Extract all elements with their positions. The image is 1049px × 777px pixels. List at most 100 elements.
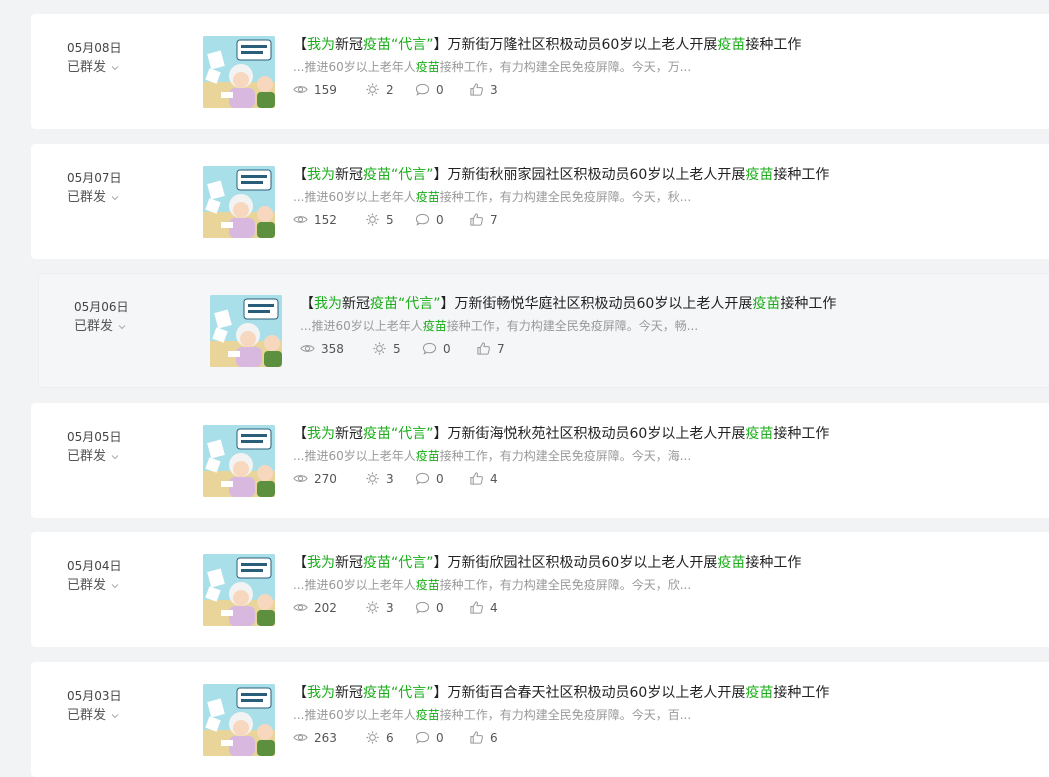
status-dropdown[interactable]: 已群发 bbox=[67, 188, 122, 208]
eye-icon bbox=[293, 86, 308, 93]
gear-share-icon bbox=[366, 731, 379, 744]
comments-count: 0 bbox=[436, 471, 444, 486]
title-vaccine: 疫苗 bbox=[717, 37, 746, 53]
likes-stat: 3 bbox=[469, 82, 498, 97]
excerpt-post: 接种工作，有力构建全民免疫屏障。今天，海... bbox=[439, 449, 692, 463]
gear-share-icon bbox=[373, 342, 386, 355]
title-wo-wei: 我为 bbox=[307, 426, 335, 442]
title-xinguan: 新冠 bbox=[335, 685, 363, 701]
status-label: 已群发 bbox=[67, 60, 107, 75]
status-label: 已群发 bbox=[67, 708, 107, 723]
gear-share-icon bbox=[366, 472, 379, 485]
title-community: 万新街万隆 bbox=[447, 37, 518, 53]
date-column: 05月06日 已群发 bbox=[74, 297, 129, 337]
likes-stat: 4 bbox=[469, 600, 498, 615]
views-stat: 202 bbox=[293, 600, 365, 615]
shares-count: 2 bbox=[386, 82, 394, 97]
article-card[interactable]: 05月06日 已群发 【我为新冠疫苗“代言”】万新街畅悦华庭社区积极动员60岁以… bbox=[38, 273, 1049, 388]
status-label: 已群发 bbox=[67, 578, 107, 593]
cartoon-illustration bbox=[203, 554, 275, 626]
article-excerpt: ...推进60岁以上老年人疫苗接种工作，有力构建全民免疫屏障。今天，万... bbox=[293, 58, 691, 76]
status-label: 已群发 bbox=[74, 319, 114, 334]
title-end: 接种工作 bbox=[780, 296, 837, 312]
publish-date: 05月08日 bbox=[67, 41, 122, 55]
shares-stat: 2 bbox=[365, 82, 415, 97]
status-dropdown[interactable]: 已群发 bbox=[67, 447, 122, 467]
title-yimiao: 疫苗 bbox=[363, 555, 391, 571]
title-yimiao: 疫苗 bbox=[363, 685, 391, 701]
thumbs-up-icon bbox=[470, 731, 483, 744]
excerpt-post: 接种工作，有力构建全民免疫屏障。今天，万... bbox=[439, 60, 692, 74]
article-thumbnail[interactable] bbox=[203, 554, 275, 626]
article-stats: 159 2 0 3 bbox=[293, 82, 498, 97]
article-card[interactable]: 05月07日 已群发 【我为新冠疫苗“代言”】万新街秋丽家园社区积极动员60岁以… bbox=[31, 144, 1049, 259]
article-card[interactable]: 05月08日 已群发 【我为新冠疫苗“代言”】万新街万隆社区积极动员60岁以上老… bbox=[31, 14, 1049, 129]
gear-share-icon bbox=[366, 83, 379, 96]
article-stats: 358 5 0 7 bbox=[300, 341, 505, 356]
views-stat: 358 bbox=[300, 341, 372, 356]
excerpt-highlight: 疫苗 bbox=[415, 449, 440, 463]
excerpt-pre: ...推进60岁以上老年人 bbox=[300, 319, 423, 333]
chevron-down-icon bbox=[111, 196, 119, 201]
article-title[interactable]: 【我为新冠疫苗“代言”】万新街百合春天社区积极动员60岁以上老人开展疫苗接种工作 bbox=[293, 683, 829, 703]
title-bracket-close: 】 bbox=[440, 296, 455, 312]
likes-stat: 7 bbox=[469, 212, 498, 227]
date-column: 05月05日 已群发 bbox=[67, 427, 122, 467]
views-stat: 270 bbox=[293, 471, 365, 486]
chevron-down-icon bbox=[111, 584, 119, 589]
article-card[interactable]: 05月04日 已群发 【我为新冠疫苗“代言”】万新街欣园社区积极动员60岁以上老… bbox=[31, 532, 1049, 647]
title-bracket-open: 【 bbox=[293, 555, 307, 571]
title-bracket-close: 】 bbox=[433, 167, 448, 183]
article-title[interactable]: 【我为新冠疫苗“代言”】万新街海悦秋苑社区积极动员60岁以上老人开展疫苗接种工作 bbox=[293, 424, 829, 444]
comment-icon bbox=[415, 472, 430, 485]
comment-icon bbox=[422, 342, 437, 355]
article-excerpt: ...推进60岁以上老年人疫苗接种工作，有力构建全民免疫屏障。今天，畅... bbox=[300, 317, 698, 335]
title-end: 接种工作 bbox=[745, 555, 802, 571]
article-card[interactable]: 05月03日 已群发 【我为新冠疫苗“代言”】万新街百合春天社区积极动员60岁以… bbox=[31, 662, 1049, 777]
gear-share-icon bbox=[366, 601, 379, 614]
article-excerpt: ...推进60岁以上老年人疫苗接种工作，有力构建全民免疫屏障。今天，欣... bbox=[293, 576, 691, 594]
date-column: 05月07日 已群发 bbox=[67, 168, 122, 208]
title-community: 万新街欣园 bbox=[447, 555, 518, 571]
status-dropdown[interactable]: 已群发 bbox=[67, 58, 122, 78]
title-daiyan: “代言” bbox=[398, 296, 441, 312]
title-mid: 社区积极动员60岁以上老人开展 bbox=[517, 555, 718, 571]
article-stats: 270 3 0 4 bbox=[293, 471, 498, 486]
thumbs-up-icon bbox=[470, 472, 483, 485]
status-dropdown[interactable]: 已群发 bbox=[67, 706, 122, 726]
article-title[interactable]: 【我为新冠疫苗“代言”】万新街畅悦华庭社区积极动员60岁以上老人开展疫苗接种工作 bbox=[300, 294, 836, 314]
article-excerpt: ...推进60岁以上老年人疫苗接种工作，有力构建全民免疫屏障。今天，秋... bbox=[293, 188, 691, 206]
comments-count: 0 bbox=[436, 600, 444, 615]
status-dropdown[interactable]: 已群发 bbox=[67, 576, 122, 596]
title-daiyan: “代言” bbox=[391, 685, 434, 701]
excerpt-pre: ...推进60岁以上老年人 bbox=[293, 578, 416, 592]
article-thumbnail[interactable] bbox=[203, 684, 275, 756]
title-vaccine: 疫苗 bbox=[752, 296, 781, 312]
title-mid: 社区积极动员60岁以上老人开展 bbox=[552, 296, 753, 312]
article-title[interactable]: 【我为新冠疫苗“代言”】万新街秋丽家园社区积极动员60岁以上老人开展疫苗接种工作 bbox=[293, 165, 829, 185]
status-label: 已群发 bbox=[67, 190, 107, 205]
thumbs-up-icon bbox=[477, 342, 490, 355]
excerpt-post: 接种工作，有力构建全民免疫屏障。今天，欣... bbox=[439, 578, 692, 592]
title-yimiao: 疫苗 bbox=[363, 167, 391, 183]
excerpt-pre: ...推进60岁以上老年人 bbox=[293, 708, 416, 722]
article-thumbnail[interactable] bbox=[210, 295, 282, 367]
article-thumbnail[interactable] bbox=[203, 425, 275, 497]
title-mid: 社区积极动员60岁以上老人开展 bbox=[545, 426, 746, 442]
cartoon-illustration bbox=[210, 295, 282, 367]
cartoon-illustration bbox=[203, 36, 275, 108]
article-thumbnail[interactable] bbox=[203, 36, 275, 108]
article-title[interactable]: 【我为新冠疫苗“代言”】万新街欣园社区积极动员60岁以上老人开展疫苗接种工作 bbox=[293, 553, 801, 573]
status-dropdown[interactable]: 已群发 bbox=[74, 317, 129, 337]
title-bracket-close: 】 bbox=[433, 555, 448, 571]
date-column: 05月04日 已群发 bbox=[67, 556, 122, 596]
title-xinguan: 新冠 bbox=[335, 167, 363, 183]
publish-date: 05月05日 bbox=[67, 430, 122, 444]
article-card[interactable]: 05月05日 已群发 【我为新冠疫苗“代言”】万新街海悦秋苑社区积极动员60岁以… bbox=[31, 403, 1049, 518]
comments-stat: 0 bbox=[415, 471, 469, 486]
article-thumbnail[interactable] bbox=[203, 166, 275, 238]
chevron-down-icon bbox=[118, 325, 126, 330]
article-title[interactable]: 【我为新冠疫苗“代言”】万新街万隆社区积极动员60岁以上老人开展疫苗接种工作 bbox=[293, 35, 801, 55]
likes-count: 6 bbox=[490, 730, 498, 745]
shares-count: 3 bbox=[386, 600, 394, 615]
